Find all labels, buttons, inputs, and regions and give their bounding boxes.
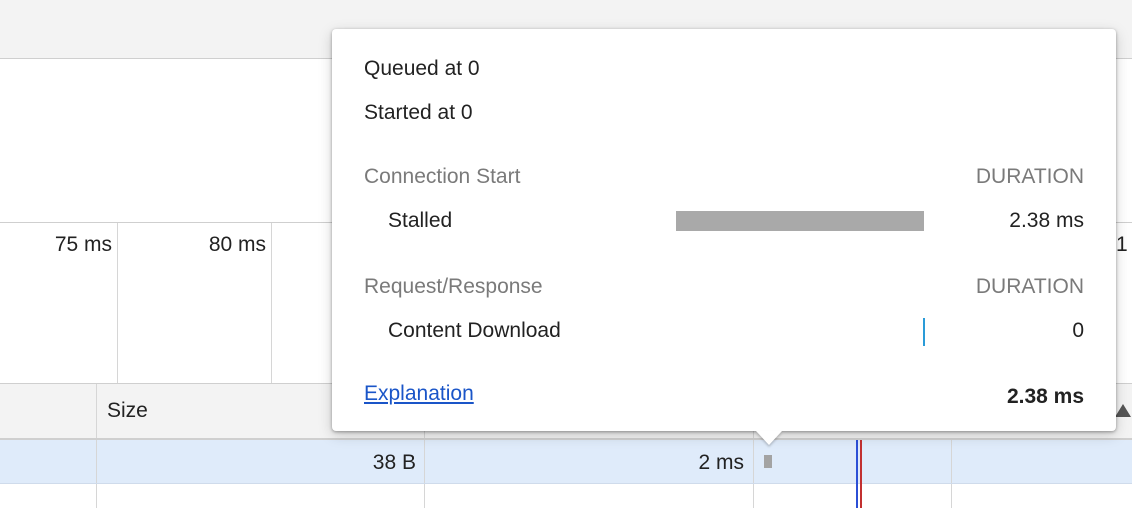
total-duration: 2.38 ms	[1006, 385, 1084, 408]
content-download-duration: 0	[1072, 319, 1084, 342]
column-divider	[96, 440, 97, 483]
queued-at-label: Queued at 0	[364, 57, 480, 80]
duration-header: DURATION	[975, 165, 1084, 188]
column-divider	[753, 440, 754, 483]
cell-size: 38 B	[372, 451, 416, 474]
grid-divider	[117, 223, 118, 383]
column-divider	[96, 484, 97, 508]
column-divider	[951, 440, 952, 483]
dom-content-loaded-marker	[856, 440, 858, 508]
stalled-label: Stalled	[388, 209, 453, 232]
started-at-label: Started at 0	[364, 101, 473, 124]
cell-time: 2 ms	[698, 451, 744, 474]
column-header-size[interactable]: Size	[107, 399, 148, 423]
tick-label: 1	[1116, 233, 1128, 256]
explanation-link[interactable]: Explanation	[364, 382, 474, 406]
grid-divider	[271, 223, 272, 383]
column-divider	[424, 440, 425, 483]
content-download-bar	[923, 318, 925, 346]
column-divider	[96, 384, 97, 438]
content-download-label: Content Download	[388, 319, 561, 342]
stalled-bar	[676, 211, 924, 231]
sort-ascending-icon[interactable]	[1115, 404, 1131, 417]
column-divider	[951, 484, 952, 508]
popover-pointer	[756, 431, 782, 445]
stalled-duration: 2.38 ms	[1009, 209, 1084, 232]
section-title-connection: Connection Start	[364, 165, 521, 188]
waterfall-bar[interactable]	[764, 455, 772, 468]
column-divider	[753, 484, 754, 508]
column-divider	[424, 484, 425, 508]
load-event-marker	[860, 440, 862, 508]
table-row[interactable]	[0, 440, 1132, 484]
duration-header: DURATION	[975, 275, 1084, 298]
tick-label: 80 ms	[208, 233, 266, 256]
timing-popover: Queued at 0 Started at 0 Connection Star…	[332, 29, 1116, 431]
tick-label: 75 ms	[54, 233, 112, 256]
section-title-request: Request/Response	[364, 275, 543, 298]
